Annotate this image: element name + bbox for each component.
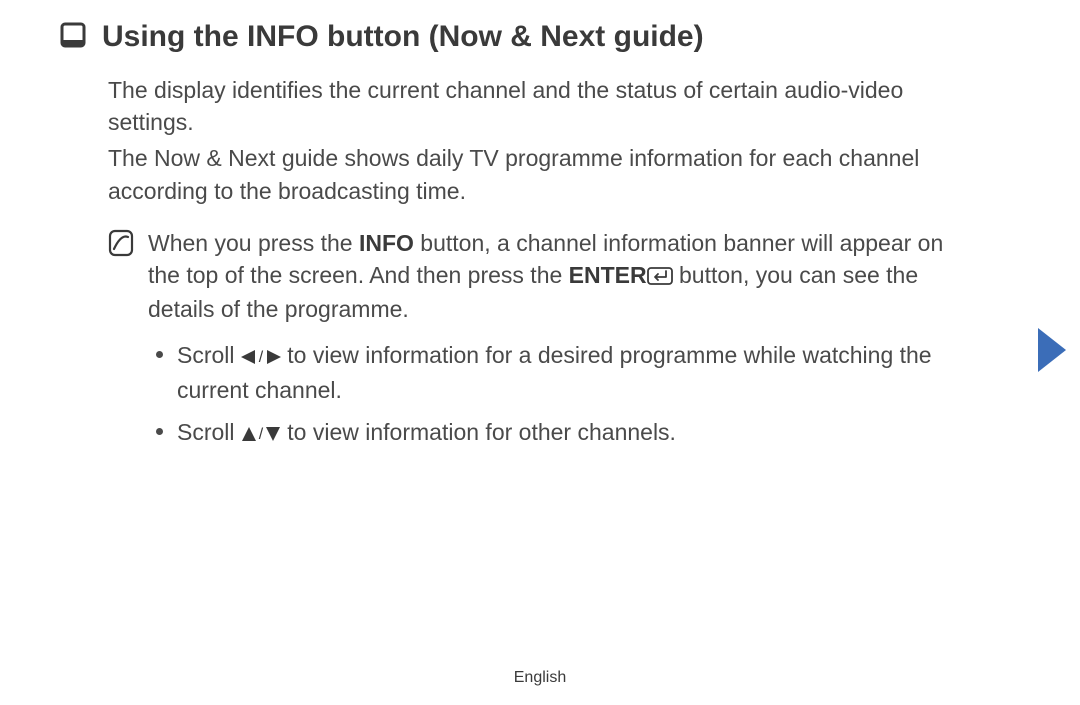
note-content: When you press the INFO button, a channe… [148, 227, 980, 460]
bullet-list: Scroll / to view information for a desir… [148, 339, 980, 450]
bullet-dot-icon [156, 428, 163, 435]
footer-language: English [0, 669, 1080, 687]
b2-pre: Scroll [177, 419, 241, 445]
bullet-1-text: Scroll / to view information for a desir… [177, 339, 980, 405]
section-bullet-icon [60, 22, 86, 53]
enter-icon [647, 261, 673, 293]
list-item: Scroll / to view information for a desir… [156, 339, 980, 405]
info-label: INFO [359, 230, 414, 256]
list-item: Scroll / to view information for other c… [156, 416, 980, 450]
note-block: When you press the INFO button, a channe… [108, 227, 980, 460]
svg-text:/: / [259, 349, 264, 365]
bullet-2-text: Scroll / to view information for other c… [177, 416, 980, 450]
b1-post: to view information for a desired progra… [177, 342, 932, 402]
bullet-dot-icon [156, 351, 163, 358]
note-text: When you press the INFO button, a channe… [148, 227, 980, 326]
section-heading-row: Using the INFO button (Now & Next guide) [60, 20, 1020, 54]
enter-label: ENTER [569, 262, 647, 288]
body-content: The display identifies the current chann… [108, 74, 980, 460]
note-icon [108, 229, 134, 460]
section-heading: Using the INFO button (Now & Next guide) [102, 20, 704, 54]
note-seg-pre: When you press the [148, 230, 359, 256]
b2-post: to view information for other channels. [281, 419, 676, 445]
next-page-arrow[interactable] [1038, 328, 1066, 377]
left-right-arrows-icon: / [241, 341, 281, 373]
svg-text:/: / [259, 426, 264, 442]
up-down-arrows-icon: / [241, 418, 281, 450]
paragraph-1: The display identifies the current chann… [108, 74, 980, 138]
b1-pre: Scroll [177, 342, 241, 368]
paragraph-2: The Now & Next guide shows daily TV prog… [108, 142, 980, 206]
